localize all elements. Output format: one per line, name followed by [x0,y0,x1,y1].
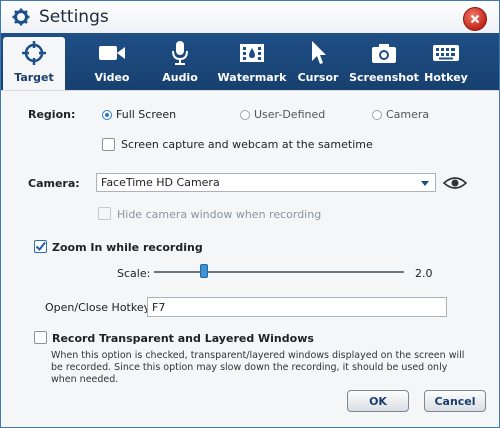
hotkey-label: Open/Close Hotkey: [45,301,154,314]
hide-camera-label: Hide camera window when recording [117,208,322,221]
transparent-windows-checkbox[interactable] [34,331,47,344]
video-camera-icon [98,38,126,68]
cancel-button[interactable]: Cancel [424,390,486,412]
transparent-windows-description: When this option is checked, transparent… [51,350,465,385]
target-icon [21,38,47,68]
tab-screenshot[interactable]: Screenshot [349,33,419,90]
transparent-windows-label[interactable]: Record Transparent and Layered Windows [52,332,314,345]
scale-slider-track[interactable] [154,271,404,273]
scale-label: Scale: [117,267,151,280]
tab-video[interactable]: Video [81,33,143,90]
camera-label: Camera: [28,177,80,190]
target-panel: Region: Full Screen User-Defined Camera … [1,90,499,427]
camera-select[interactable]: FaceTime HD Camera [96,173,436,192]
ok-button[interactable]: OK [347,390,409,412]
tab-label: Cursor [297,71,339,84]
hide-camera-checkbox[interactable] [98,207,111,220]
settings-tabbar: Target Video Audio Watermark Cursor Scre… [1,33,499,90]
tab-label: Screenshot [349,71,419,84]
keyboard-icon [432,38,460,68]
tab-label: Video [94,71,130,84]
watermark-icon [239,38,265,68]
region-label: Region: [28,108,76,121]
microphone-icon [170,38,190,68]
region-camera-radio[interactable] [372,110,382,120]
tab-audio[interactable]: Audio [149,33,211,90]
check-icon [35,241,46,252]
camera-select-value: FaceTime HD Camera [101,176,220,189]
eye-icon[interactable] [442,175,468,194]
settings-window: Settings Target Video Audio Watermark Cu… [0,0,500,428]
camera-icon [371,38,397,68]
chevron-down-icon [421,181,429,186]
cursor-icon [308,38,328,68]
zoom-checkbox[interactable] [34,240,47,253]
title-bar: Settings [1,1,499,33]
region-camera-label[interactable]: Camera [386,108,429,121]
scale-slider-thumb[interactable] [200,264,208,278]
tab-hotkey[interactable]: Hotkey [415,33,477,90]
close-icon [470,14,480,24]
divider [1,90,499,91]
region-user-defined-label[interactable]: User-Defined [254,108,325,121]
tab-label: Audio [162,71,198,84]
zoom-label[interactable]: Zoom In while recording [52,241,203,254]
simultaneous-capture-checkbox[interactable] [102,138,115,151]
tab-label: Hotkey [424,71,468,84]
gear-icon [11,7,31,27]
tab-watermark[interactable]: Watermark [218,33,286,90]
scale-value: 2.0 [415,267,433,280]
region-user-defined-radio[interactable] [240,110,250,120]
simultaneous-capture-label[interactable]: Screen capture and webcam at the sametim… [121,138,373,151]
hotkey-input[interactable] [147,297,447,317]
close-button[interactable] [463,7,487,31]
tab-target[interactable]: Target [3,37,65,90]
tab-label: Target [14,71,54,84]
window-title: Settings [39,7,109,27]
tab-cursor[interactable]: Cursor [287,33,349,90]
tab-label: Watermark [217,71,287,84]
region-full-screen-label[interactable]: Full Screen [116,108,176,121]
region-full-screen-radio[interactable] [102,110,112,120]
